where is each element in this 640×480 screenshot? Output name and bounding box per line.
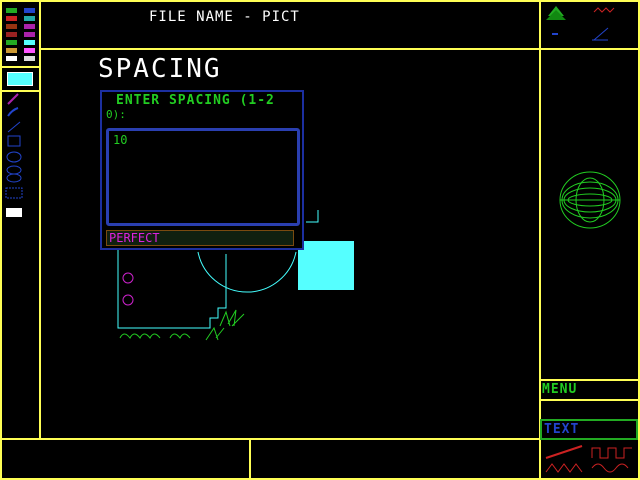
color-palette bbox=[0, 0, 40, 66]
palette-divider bbox=[0, 66, 40, 68]
menu-top-divider bbox=[540, 379, 640, 381]
tree-icon[interactable] bbox=[546, 6, 566, 20]
rectangle-tool-icon[interactable] bbox=[7, 135, 21, 147]
erase-tool-icon[interactable] bbox=[6, 208, 22, 217]
color-swatch[interactable] bbox=[24, 16, 35, 21]
color-swatch[interactable] bbox=[24, 32, 35, 37]
header-divider bbox=[40, 48, 540, 50]
angle-icon[interactable] bbox=[592, 27, 609, 41]
magenta-circle bbox=[122, 294, 134, 306]
pencil-tool-icon[interactable] bbox=[7, 93, 19, 105]
color-swatch[interactable] bbox=[6, 24, 17, 29]
color-swatch[interactable] bbox=[6, 32, 17, 37]
triangle-wave-icon[interactable] bbox=[545, 463, 583, 473]
dialog-prompt-line2: 0): bbox=[106, 108, 126, 121]
arc-shape bbox=[197, 251, 297, 293]
spacing-input[interactable]: 10 bbox=[106, 128, 300, 226]
house-outline bbox=[117, 250, 227, 329]
selected-color-swatch[interactable] bbox=[7, 72, 33, 86]
bottom-divider bbox=[0, 438, 540, 440]
magenta-circle bbox=[122, 272, 134, 284]
spacing-dialog: ENTER SPACING (1-2 0): 10 PERFECT bbox=[100, 90, 304, 250]
spacing-input-value: 10 bbox=[113, 133, 128, 147]
cyan-rectangle bbox=[298, 241, 354, 290]
brush-tool-icon[interactable] bbox=[7, 107, 19, 117]
right-top-divider bbox=[540, 48, 640, 50]
status-text: PERFECT bbox=[109, 231, 160, 245]
ellipse-tool-icon[interactable] bbox=[6, 151, 22, 163]
canvas-heading: SPACING bbox=[98, 54, 222, 84]
color-swatch[interactable] bbox=[24, 24, 35, 29]
status-bar: PERFECT bbox=[106, 230, 294, 246]
red-line-icon[interactable] bbox=[545, 445, 583, 459]
bottom-split bbox=[249, 440, 251, 480]
wave-tools bbox=[545, 445, 632, 473]
line-tool-icon[interactable] bbox=[7, 121, 21, 133]
shrub-shapes bbox=[119, 333, 191, 339]
color-swatch[interactable] bbox=[6, 56, 17, 61]
right-panel-divider bbox=[539, 0, 541, 480]
text-tool-icon[interactable] bbox=[5, 187, 23, 199]
color-swatch[interactable] bbox=[24, 40, 35, 45]
sine-wave-icon[interactable] bbox=[591, 463, 629, 473]
tool-palette bbox=[5, 93, 23, 217]
color-swatch[interactable] bbox=[6, 48, 17, 53]
color-swatch[interactable] bbox=[24, 48, 35, 53]
polygon-tool-icon[interactable] bbox=[6, 165, 22, 183]
text-button[interactable]: TEXT bbox=[540, 419, 638, 440]
menu-button[interactable]: MENU bbox=[542, 382, 577, 397]
text-button-label: TEXT bbox=[544, 422, 580, 437]
color-swatch[interactable] bbox=[6, 40, 17, 45]
square-wave-icon[interactable] bbox=[591, 447, 632, 459]
color-swatch[interactable] bbox=[6, 16, 17, 21]
corner-mark bbox=[306, 210, 319, 223]
file-name-title: FILE NAME - PICT bbox=[149, 9, 300, 25]
dialog-prompt-line1: ENTER SPACING (1-2 bbox=[116, 93, 275, 108]
menu-bottom-divider bbox=[540, 399, 640, 401]
zigzag-red-icon[interactable] bbox=[593, 7, 615, 13]
right-top-tools bbox=[546, 6, 615, 41]
grass-shape bbox=[205, 309, 245, 341]
color-swatch[interactable] bbox=[24, 56, 35, 61]
color-swatch[interactable] bbox=[6, 8, 17, 13]
color-swatch[interactable] bbox=[24, 8, 35, 13]
globe-preview-icon bbox=[559, 171, 621, 229]
